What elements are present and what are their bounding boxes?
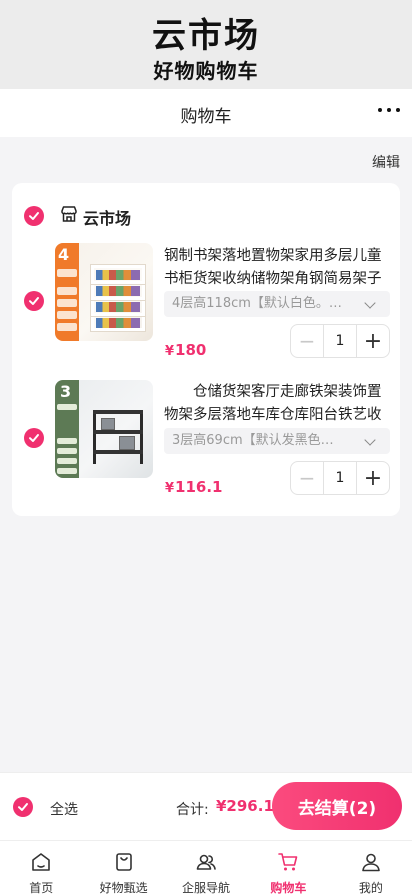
cart-icon: [278, 853, 298, 871]
quantity-stepper: − 1 +: [290, 324, 390, 358]
product-price: ¥180: [165, 341, 206, 359]
spec-text: 3层高69cm【默认发黑色…: [172, 433, 334, 448]
tab-label: 首页: [29, 881, 54, 895]
tab-home[interactable]: 首页: [0, 841, 82, 896]
check-icon: [18, 803, 28, 811]
select-all-checkbox[interactable]: [13, 797, 33, 817]
product-image[interactable]: 3: [55, 380, 153, 478]
item-checkbox[interactable]: [24, 428, 44, 448]
currency-symbol: ¥: [165, 481, 175, 496]
spec-selector[interactable]: 4层高118cm【默认白色。…: [164, 291, 390, 317]
banner-title: 云市场: [152, 16, 260, 56]
badge-number: 3: [60, 382, 72, 401]
chevron-down-icon: [364, 297, 376, 309]
users-icon: [196, 854, 216, 870]
edit-button[interactable]: 编辑: [372, 152, 400, 172]
quantity-value[interactable]: 1: [324, 325, 356, 357]
tab-selection[interactable]: 好物甄选: [82, 841, 164, 896]
badge-number: 4: [58, 245, 70, 264]
tab-label: 购物车: [270, 881, 307, 895]
banner-subtitle: 好物购物车: [153, 59, 259, 83]
store-checkbox[interactable]: [24, 206, 44, 226]
store-name[interactable]: 云市场: [83, 205, 131, 229]
chevron-down-icon: [364, 434, 376, 446]
checkout-button[interactable]: 去结算(2): [272, 782, 402, 830]
quantity-stepper: − 1 +: [290, 461, 390, 495]
page-title: 购物车: [180, 107, 232, 127]
product-image-badge: 3: [55, 380, 79, 478]
tab-cart[interactable]: 购物车: [247, 841, 329, 896]
decrease-button[interactable]: −: [291, 325, 324, 357]
price-value: 180: [175, 341, 207, 359]
product-price: ¥116.1: [165, 478, 223, 496]
more-dots-icon[interactable]: [378, 99, 400, 121]
total-label: 合计:: [176, 802, 209, 818]
item-checkbox[interactable]: [24, 291, 44, 311]
store-icon: [61, 206, 77, 222]
quantity-value[interactable]: 1: [324, 462, 356, 494]
checkout-bar: 全选 合计: ¥296.1 去结算(2): [0, 772, 412, 840]
increase-button[interactable]: +: [356, 325, 389, 357]
tab-label: 我的: [358, 881, 383, 895]
total-price: ¥296.1: [216, 797, 274, 815]
bottom-tab-bar: 首页 好物甄选 企服导航 购物车 我的: [0, 840, 412, 896]
spec-selector[interactable]: 3层高69cm【默认发黑色…: [164, 428, 390, 454]
product-image[interactable]: 4: [55, 243, 153, 341]
product-title[interactable]: 仓储货架客厅走廊铁架装饰置物架多层落地车库仓库阳台铁艺收: [164, 381, 390, 427]
nav-bar: 购物车: [0, 89, 412, 137]
top-banner: 云市场 好物购物车: [0, 0, 412, 89]
decrease-button[interactable]: −: [291, 462, 324, 494]
check-icon: [29, 434, 39, 442]
tab-services[interactable]: 企服导航: [165, 841, 247, 896]
product-image-badge: 4: [55, 243, 79, 341]
tab-mine[interactable]: 我的: [330, 841, 412, 896]
tab-label: 企服导航: [182, 881, 231, 895]
home-icon: [32, 853, 51, 871]
cart-store-card: 云市场 4 钢制书架落地置物架家用多层儿童书柜货架收纳储物架角钢简易架子 4层高…: [12, 183, 400, 516]
user-icon: [362, 853, 380, 872]
spec-text: 4层高118cm【默认白色。…: [172, 296, 342, 311]
currency-symbol: ¥: [165, 344, 175, 359]
product-title[interactable]: 钢制书架落地置物架家用多层儿童书柜货架收纳储物架角钢简易架子: [164, 245, 390, 291]
select-all-label[interactable]: 全选: [50, 799, 78, 819]
check-icon: [29, 297, 39, 305]
bag-icon: [115, 853, 132, 871]
price-value: 116.1: [175, 478, 223, 496]
tab-label: 好物甄选: [99, 881, 148, 895]
increase-button[interactable]: +: [356, 462, 389, 494]
check-icon: [29, 212, 39, 220]
